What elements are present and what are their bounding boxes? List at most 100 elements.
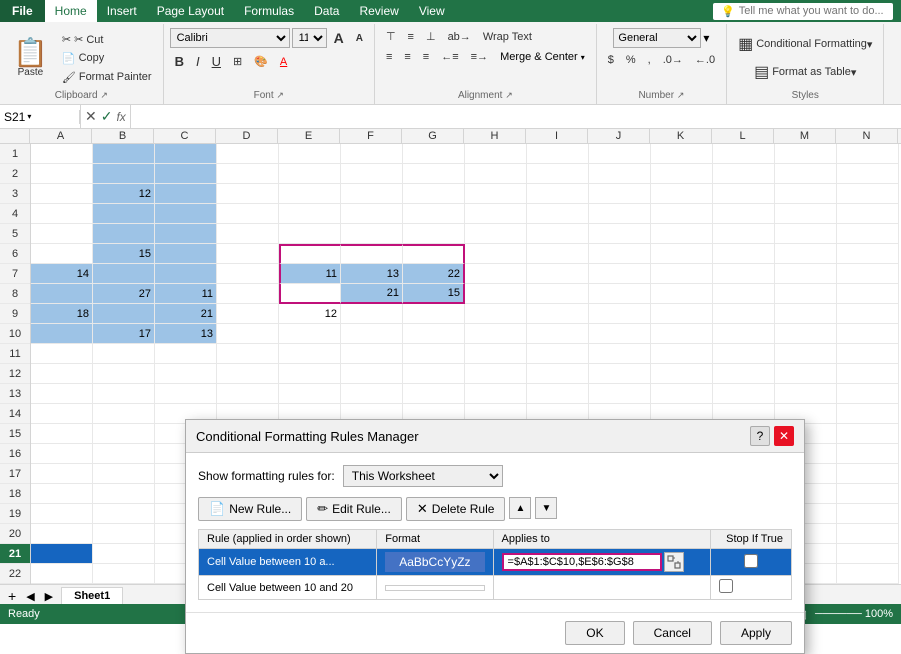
- border-button[interactable]: ⊞: [228, 53, 247, 70]
- cell-i3[interactable]: [527, 184, 589, 204]
- cell-k9[interactable]: [651, 304, 713, 324]
- cell-n1[interactable]: [837, 144, 899, 164]
- cell-f8[interactable]: 21: [341, 284, 403, 304]
- cell-j3[interactable]: [589, 184, 651, 204]
- cell-h6[interactable]: [465, 244, 527, 264]
- font-shrink-button[interactable]: A: [351, 31, 368, 46]
- cell-j7[interactable]: [589, 264, 651, 284]
- cell-i7[interactable]: [527, 264, 589, 284]
- cell-l2[interactable]: [713, 164, 775, 184]
- sheet-nav-left[interactable]: ◀: [22, 590, 38, 603]
- col-l[interactable]: L: [712, 129, 774, 143]
- stop-checkbox-2[interactable]: [719, 579, 733, 593]
- cell-d1[interactable]: [217, 144, 279, 164]
- cell-a21[interactable]: [31, 544, 93, 564]
- cell-a5[interactable]: [31, 224, 93, 244]
- zoom-slider[interactable]: ────── 100%: [815, 608, 893, 621]
- confirm-formula-icon[interactable]: ✓: [101, 108, 113, 125]
- cell-g9[interactable]: [403, 304, 465, 324]
- cell-k6[interactable]: [651, 244, 713, 264]
- cell-j2[interactable]: [589, 164, 651, 184]
- delete-rule-button[interactable]: ✕ Delete Rule: [406, 497, 506, 521]
- col-i[interactable]: I: [526, 129, 588, 143]
- cell-d4[interactable]: [217, 204, 279, 224]
- comma-button[interactable]: ,: [643, 52, 656, 68]
- cell-m1[interactable]: [775, 144, 837, 164]
- cell-n7[interactable]: [837, 264, 899, 284]
- cell-i9[interactable]: [527, 304, 589, 324]
- cell-c2[interactable]: [155, 164, 217, 184]
- format-painter-button[interactable]: 🖌 Format Painter: [57, 69, 157, 86]
- cell-j9[interactable]: [589, 304, 651, 324]
- col-d[interactable]: D: [216, 129, 278, 143]
- ok-button[interactable]: OK: [565, 621, 624, 645]
- underline-button[interactable]: U: [207, 52, 226, 71]
- cell-n5[interactable]: [837, 224, 899, 244]
- cell-l10[interactable]: [713, 324, 775, 344]
- cell-e1[interactable]: [279, 144, 341, 164]
- cell-b2[interactable]: [93, 164, 155, 184]
- align-middle-button[interactable]: ≡: [403, 28, 419, 45]
- col-g[interactable]: G: [402, 129, 464, 143]
- cell-l4[interactable]: [713, 204, 775, 224]
- col-e[interactable]: E: [278, 129, 340, 143]
- rule-move-down-button[interactable]: ▼: [535, 497, 557, 519]
- cell-m9[interactable]: [775, 304, 837, 324]
- cell-l6[interactable]: [713, 244, 775, 264]
- show-rules-selector[interactable]: This Worksheet: [343, 465, 503, 487]
- decimal-decrease-button[interactable]: ←.0: [690, 52, 720, 68]
- cell-b4[interactable]: [93, 204, 155, 224]
- cell-c10[interactable]: 13: [155, 324, 217, 344]
- rule-move-up-button[interactable]: ▲: [509, 497, 531, 519]
- cell-h3[interactable]: [465, 184, 527, 204]
- currency-button[interactable]: $: [603, 52, 619, 68]
- cell-e5[interactable]: [279, 224, 341, 244]
- cell-b6[interactable]: 15: [93, 244, 155, 264]
- search-box[interactable]: 💡: [713, 3, 893, 20]
- percent-button[interactable]: %: [621, 52, 641, 68]
- cell-n3[interactable]: [837, 184, 899, 204]
- cell-m10[interactable]: [775, 324, 837, 344]
- decimal-increase-button[interactable]: .0→: [658, 52, 688, 68]
- cell-a4[interactable]: [31, 204, 93, 224]
- cell-n8[interactable]: [837, 284, 899, 304]
- cell-b1[interactable]: [93, 144, 155, 164]
- bold-button[interactable]: B: [170, 52, 189, 71]
- cell-j5[interactable]: [589, 224, 651, 244]
- col-m[interactable]: M: [774, 129, 836, 143]
- col-f[interactable]: F: [340, 129, 402, 143]
- cell-a8[interactable]: [31, 284, 93, 304]
- cell-k10[interactable]: [651, 324, 713, 344]
- cell-a2[interactable]: [31, 164, 93, 184]
- cell-f4[interactable]: [341, 204, 403, 224]
- paste-button[interactable]: 📋 Paste: [6, 31, 55, 86]
- new-rule-button[interactable]: 📄 New Rule...: [198, 497, 302, 521]
- number-format-selector[interactable]: General: [613, 28, 701, 48]
- applies-to-input-1[interactable]: [502, 553, 662, 571]
- cell-k3[interactable]: [651, 184, 713, 204]
- cell-g2[interactable]: [403, 164, 465, 184]
- cell-m6[interactable]: [775, 244, 837, 264]
- name-box[interactable]: S21 ▾: [0, 110, 80, 124]
- cell-b7[interactable]: [93, 264, 155, 284]
- insert-tab[interactable]: Insert: [97, 0, 147, 22]
- cell-a9[interactable]: 18: [31, 304, 93, 324]
- cancel-button[interactable]: Cancel: [633, 621, 712, 645]
- cell-f6[interactable]: [341, 244, 403, 264]
- align-center-button[interactable]: ≡: [399, 49, 415, 65]
- cell-b9[interactable]: [93, 304, 155, 324]
- orientation-button[interactable]: ab→: [443, 28, 476, 45]
- indent-increase-button[interactable]: ≡→: [466, 49, 493, 65]
- cell-k1[interactable]: [651, 144, 713, 164]
- font-grow-button[interactable]: A: [329, 28, 349, 48]
- cell-c3[interactable]: [155, 184, 217, 204]
- cell-a1[interactable]: [31, 144, 93, 164]
- indent-decrease-button[interactable]: ←≡: [436, 49, 463, 65]
- cell-k7[interactable]: [651, 264, 713, 284]
- dialog-help-button[interactable]: ?: [750, 426, 770, 446]
- cell-n4[interactable]: [837, 204, 899, 224]
- cell-m2[interactable]: [775, 164, 837, 184]
- cell-h9[interactable]: [465, 304, 527, 324]
- cell-e4[interactable]: [279, 204, 341, 224]
- cell-h1[interactable]: [465, 144, 527, 164]
